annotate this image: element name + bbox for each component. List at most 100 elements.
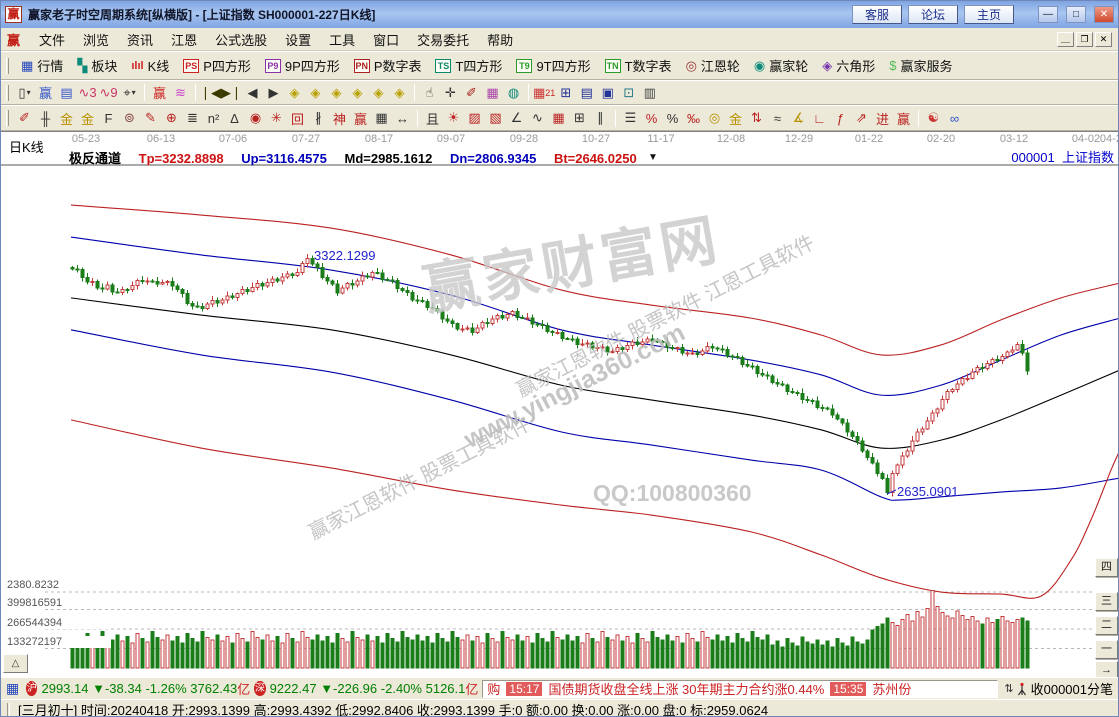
- next-bar-button[interactable]: ▶: [263, 83, 284, 102]
- percent-levels-tool[interactable]: ☰: [620, 109, 641, 128]
- toolbar-gann-wheel-button[interactable]: ◎江恩轮: [679, 54, 747, 77]
- pane-split-button-1[interactable]: 四: [1095, 558, 1118, 577]
- f-angle-tool[interactable]: ƒ: [830, 109, 851, 128]
- print-icon[interactable]: ▥: [639, 83, 660, 102]
- prev-bar-button[interactable]: ◀: [242, 83, 263, 102]
- toolbar-grip[interactable]: [6, 110, 9, 126]
- grid-plus-tool[interactable]: ⊞: [569, 109, 590, 128]
- crosshair-tool[interactable]: ✛: [440, 83, 461, 102]
- golden-section-a[interactable]: 金: [56, 109, 77, 128]
- gann-diamond-star[interactable]: ◈: [368, 83, 389, 102]
- toolbar-grip[interactable]: [6, 85, 9, 101]
- jin-char-tool[interactable]: 进: [872, 109, 893, 128]
- angle-line-tool[interactable]: ∠: [506, 109, 527, 128]
- last-bar-button[interactable]: ▶❘: [221, 83, 242, 102]
- percent-red-tool[interactable]: %: [641, 109, 662, 128]
- menu-浏览[interactable]: 浏览: [74, 28, 118, 51]
- dropper-icon[interactable]: ⌖▾: [119, 83, 140, 102]
- pane-split-button-4[interactable]: 一: [1095, 640, 1118, 659]
- shaded-box2-tool[interactable]: ▧: [485, 109, 506, 128]
- close-button[interactable]: ✕: [1094, 6, 1114, 23]
- child-close-button[interactable]: ✕: [1095, 32, 1112, 47]
- ray-fan-tool[interactable]: ☀: [443, 109, 464, 128]
- gann-diamond-all[interactable]: ◈: [389, 83, 410, 102]
- dense-grid-tool[interactable]: ▦: [548, 109, 569, 128]
- child-restore-button[interactable]: ❐: [1076, 32, 1093, 47]
- info-list-icon[interactable]: ▤: [56, 83, 77, 102]
- gann-grid-tool[interactable]: ▦: [482, 83, 503, 102]
- toolbar-sectors-button[interactable]: ▚板块: [70, 54, 124, 77]
- first-bar-button[interactable]: ❘◀: [200, 83, 221, 102]
- gann-diamond-h[interactable]: ◈: [326, 83, 347, 102]
- shen-tool[interactable]: 神: [329, 109, 350, 128]
- ruler-grid-tool[interactable]: ▦: [371, 109, 392, 128]
- span-arrow-tool[interactable]: ↔: [392, 109, 413, 128]
- tick-data-label[interactable]: 收000001分笔: [1031, 679, 1113, 698]
- permille-tool[interactable]: ‰: [683, 109, 704, 128]
- menu-窗口[interactable]: 窗口: [364, 28, 408, 51]
- quotes-grid-icon[interactable]: ▦: [6, 680, 19, 697]
- save-icon[interactable]: ▣: [597, 83, 618, 102]
- toolbar-hexagon-button[interactable]: ◈六角形: [815, 54, 882, 77]
- maximize-button[interactable]: □: [1066, 6, 1086, 23]
- gann-target-tool[interactable]: ◉: [245, 109, 266, 128]
- candle-style[interactable]: ▯▾: [14, 83, 35, 102]
- taiji-icon[interactable]: ☯: [923, 109, 944, 128]
- box-plot-tool[interactable]: 且: [422, 109, 443, 128]
- starburst-tool[interactable]: ✳: [266, 109, 287, 128]
- golden-section-b[interactable]: 金: [77, 109, 98, 128]
- toolbar-t-square-button[interactable]: TST四方形: [428, 54, 509, 77]
- gann-diamond-right[interactable]: ◈: [305, 83, 326, 102]
- toolbar-kline-button[interactable]: ılılK线: [124, 54, 176, 77]
- calculator-icon[interactable]: ⊞: [555, 83, 576, 102]
- right-angle-tool[interactable]: ∟: [809, 109, 830, 128]
- volume-pane-tool-button[interactable]: △: [3, 654, 28, 673]
- toolbar-grip[interactable]: [6, 58, 9, 74]
- pane-split-button-2[interactable]: 三: [1095, 592, 1118, 611]
- child-minimize-button[interactable]: ＿: [1057, 32, 1074, 47]
- winner-red-icon[interactable]: 赢: [149, 83, 170, 102]
- toolbar-p-square-button[interactable]: PSP四方形: [176, 54, 258, 77]
- toolbar-9t-square-button[interactable]: T99T四方形: [509, 54, 597, 77]
- toolbar-9p-square-button[interactable]: P99P四方形: [258, 54, 347, 77]
- n-square-tool[interactable]: n²: [203, 109, 224, 128]
- memo-icon[interactable]: ▤: [576, 83, 597, 102]
- boxed-square-tool[interactable]: 回: [287, 109, 308, 128]
- angle-pencil-tool[interactable]: ✎: [140, 109, 161, 128]
- forum-button[interactable]: 论坛: [908, 5, 958, 24]
- toolbar-quotes-button[interactable]: ▦行情: [14, 54, 70, 77]
- menu-设置[interactable]: 设置: [276, 28, 320, 51]
- ticker-scroll-spinner[interactable]: ⇅: [1004, 682, 1013, 695]
- infinity-icon[interactable]: ∞: [944, 109, 965, 128]
- gold-circle-tool[interactable]: ◎: [704, 109, 725, 128]
- wave-cross-tool[interactable]: ≈: [767, 109, 788, 128]
- toolbar-winner-service-button[interactable]: $赢家服务: [882, 54, 959, 77]
- speed-resistance-tool[interactable]: ∦: [308, 109, 329, 128]
- hand-tool[interactable]: ☝: [419, 83, 440, 102]
- gann-diamond-left[interactable]: ◈: [284, 83, 305, 102]
- menu-帮助[interactable]: 帮助: [478, 28, 522, 51]
- kline-chart-panel[interactable]: 日K线 05-2306-1307-0607-2708-1709-0709-281…: [1, 131, 1119, 677]
- menu-交易委托[interactable]: 交易委托: [408, 28, 478, 51]
- fibonacci-tool[interactable]: F: [98, 109, 119, 128]
- zigzag-tool[interactable]: ∿: [527, 109, 548, 128]
- spiral-tool[interactable]: ⊚: [119, 109, 140, 128]
- news-ticker[interactable]: 购 15:17 国债期货收盘全线上涨 30年期主力合约涨0.44% 15:35 …: [482, 680, 998, 698]
- triangle-pen-tool[interactable]: ∆: [224, 109, 245, 128]
- kline-chart[interactable]: [1, 132, 1119, 677]
- gann-diamond-x[interactable]: ◈: [347, 83, 368, 102]
- price-grid-tool[interactable]: ╫: [35, 109, 56, 128]
- color-bars-icon[interactable]: ≋: [170, 83, 191, 102]
- wave9-icon[interactable]: ∿9: [98, 83, 119, 102]
- toolbar-winner-wheel-button[interactable]: ◉赢家轮: [747, 54, 815, 77]
- menu-资讯[interactable]: 资讯: [118, 28, 162, 51]
- parallel-tool[interactable]: ∥: [590, 109, 611, 128]
- menu-文件[interactable]: 文件: [30, 28, 74, 51]
- minimize-button[interactable]: —: [1038, 6, 1058, 23]
- pane-split-button-3[interactable]: 二: [1095, 616, 1118, 635]
- shaded-box-tool[interactable]: ▨: [464, 109, 485, 128]
- menu-江恩[interactable]: 江恩: [162, 28, 206, 51]
- speed-line-tool[interactable]: ⇗: [851, 109, 872, 128]
- indicator-name[interactable]: 极反通道: [69, 151, 121, 166]
- menu-公式选股[interactable]: 公式选股: [206, 28, 276, 51]
